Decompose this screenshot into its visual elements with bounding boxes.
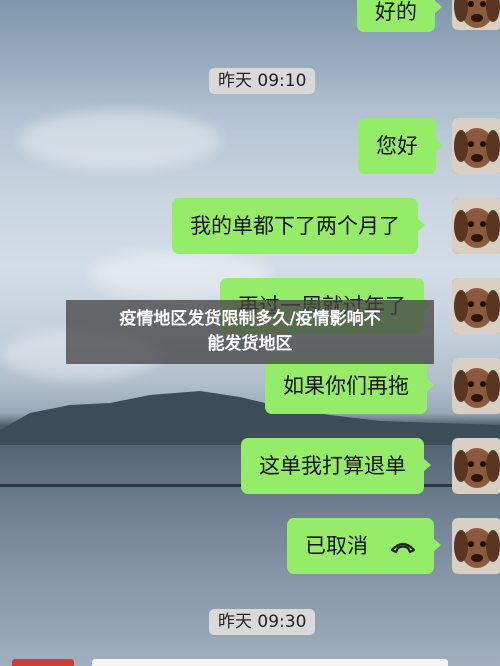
message-text: 这单我打算退单 (259, 454, 406, 478)
message-input[interactable] (92, 659, 448, 666)
avatar[interactable] (452, 198, 500, 254)
message-text: 您好 (376, 134, 418, 158)
message-bubble[interactable]: 我的单都下了两个月了 (172, 198, 425, 254)
message-text: 已取消 (305, 534, 368, 558)
message-bubble[interactable]: 好的 (357, 0, 442, 32)
dachshund-avatar-icon (452, 0, 500, 30)
overlay-title-line: 疫情地区发货限制多久/疫情影响不 (119, 309, 381, 329)
dachshund-avatar-icon (452, 198, 500, 254)
avatar[interactable] (452, 358, 500, 414)
message-bubble[interactable]: 这单我打算退单 (241, 438, 431, 494)
message-text: 我的单都下了两个月了 (190, 214, 400, 238)
phone-hangup-icon (390, 519, 416, 575)
bottom-left-button[interactable] (12, 659, 74, 666)
avatar[interactable] (452, 0, 500, 30)
timestamp-pill: 昨天 09:30 (209, 609, 316, 635)
dachshund-avatar-icon (452, 438, 500, 494)
dachshund-avatar-icon (452, 358, 500, 414)
cancelled-call-bubble[interactable]: 已取消 (287, 518, 441, 575)
overlay-title-line: 能发货地区 (207, 334, 293, 354)
avatar[interactable] (452, 118, 500, 174)
avatar[interactable] (452, 278, 500, 334)
avatar[interactable] (452, 518, 500, 574)
dachshund-avatar-icon (452, 278, 500, 334)
message-text: 好的 (375, 0, 417, 24)
avatar[interactable] (452, 438, 500, 494)
timestamp-pill: 昨天 09:10 (209, 68, 316, 94)
message-bubble[interactable]: 您好 (358, 118, 443, 174)
article-title-overlay: 疫情地区发货限制多久/疫情影响不 能发货地区 (66, 300, 434, 364)
message-bubble[interactable]: 如果你们再拖 (265, 358, 434, 414)
dachshund-avatar-icon (452, 518, 500, 574)
dachshund-avatar-icon (452, 118, 500, 174)
message-text: 如果你们再拖 (283, 374, 409, 398)
background-cloud (20, 110, 220, 170)
